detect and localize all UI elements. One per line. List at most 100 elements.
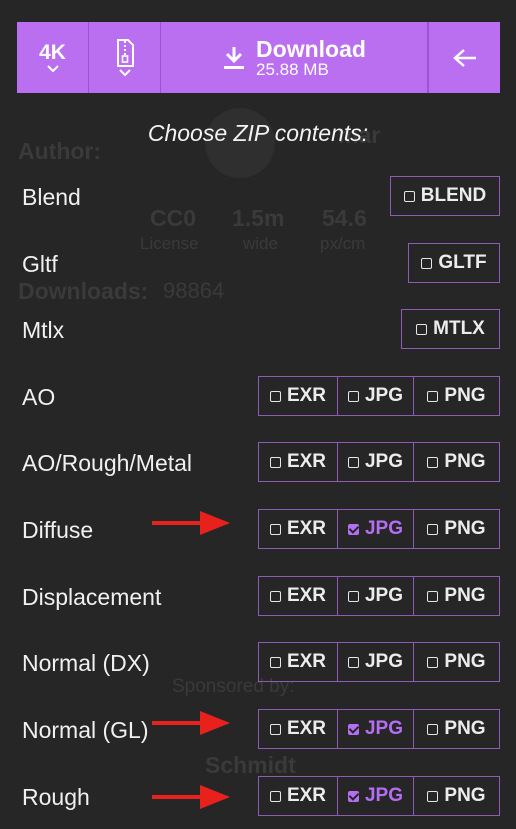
option-label: PNG — [444, 718, 486, 739]
option-label: EXR — [286, 451, 327, 472]
option-exr[interactable]: EXR — [258, 509, 338, 549]
checkbox-icon — [347, 390, 359, 402]
zip-contents-heading: Choose ZIP contents: — [147, 120, 369, 146]
option-exr[interactable]: EXR — [258, 442, 338, 482]
download-button[interactable]: Download 25.88 MB — [161, 22, 428, 93]
checkbox-checked-icon — [347, 790, 359, 802]
checkbox-icon — [403, 190, 415, 202]
zip-row-displacement: Displacement EXR JPG PNG — [0, 576, 516, 616]
row-label: Blend — [22, 184, 81, 210]
checkbox-icon — [421, 257, 433, 269]
option-label: PNG — [444, 785, 486, 806]
row-label: Gltf — [22, 251, 58, 277]
checkbox-icon — [269, 723, 281, 735]
zip-row-diffuse: Diffuse EXR JPG PNG — [0, 509, 516, 549]
checkbox-icon — [269, 590, 281, 602]
download-size: 25.88 MB — [256, 59, 329, 79]
option-gltf[interactable]: GLTF — [408, 243, 500, 283]
option-label: PNG — [444, 451, 486, 472]
option-exr[interactable]: EXR — [258, 576, 338, 616]
option-label: EXR — [286, 785, 327, 806]
back-button[interactable] — [428, 22, 500, 93]
checkbox-icon — [347, 590, 359, 602]
option-jpg[interactable]: JPG — [338, 576, 414, 616]
option-exr[interactable]: EXR — [258, 776, 338, 816]
resolution-label: 4K — [39, 41, 66, 64]
option-jpg[interactable]: JPG — [338, 776, 414, 816]
checkbox-checked-icon — [347, 723, 359, 735]
zip-row-normal-dx: Normal (DX) EXR JPG PNG — [0, 642, 516, 682]
checkbox-icon — [416, 323, 428, 335]
zip-contents-toggle[interactable] — [89, 22, 161, 93]
annotation-arrow-icon — [152, 511, 230, 535]
option-png[interactable]: PNG — [414, 776, 500, 816]
option-label: PNG — [444, 385, 486, 406]
row-label: Normal (GL) — [22, 717, 149, 743]
option-png[interactable]: PNG — [414, 376, 500, 416]
row-label: AO/Rough/Metal — [22, 450, 193, 476]
option-label: MTLX — [433, 318, 485, 339]
chevron-down-icon — [46, 65, 59, 73]
option-label: PNG — [444, 518, 486, 539]
option-jpg[interactable]: JPG — [338, 442, 414, 482]
download-label: Download — [256, 35, 366, 62]
checkbox-icon — [347, 656, 359, 668]
arrow-left-icon — [452, 48, 476, 67]
option-jpg[interactable]: JPG — [338, 376, 414, 416]
option-png[interactable]: PNG — [414, 576, 500, 616]
checkbox-icon — [427, 590, 439, 602]
option-jpg[interactable]: JPG — [338, 509, 414, 549]
option-label: EXR — [286, 385, 327, 406]
checkbox-icon — [347, 456, 359, 468]
download-toolbar: 4K Download 25.88 MB — [17, 22, 500, 93]
zip-row-mtlx: Mtlx MTLX — [0, 309, 516, 349]
option-jpg[interactable]: JPG — [338, 709, 414, 749]
option-label: JPG — [364, 518, 404, 539]
row-label: Diffuse — [22, 517, 94, 543]
option-blend[interactable]: BLEND — [390, 176, 500, 216]
download-icon — [224, 46, 245, 69]
option-label: JPG — [364, 718, 404, 739]
option-label: JPG — [364, 585, 404, 606]
checkbox-icon — [427, 456, 439, 468]
option-label: JPG — [364, 651, 404, 672]
option-jpg[interactable]: JPG — [338, 642, 414, 682]
option-png[interactable]: PNG — [414, 442, 500, 482]
option-png[interactable]: PNG — [414, 642, 500, 682]
checkbox-icon — [427, 656, 439, 668]
checkbox-icon — [269, 656, 281, 668]
zip-row-ao: AO EXR JPG PNG — [0, 376, 516, 416]
option-label: JPG — [364, 385, 404, 406]
option-exr[interactable]: EXR — [258, 376, 338, 416]
zip-file-icon — [116, 39, 134, 67]
annotation-arrow-icon — [152, 711, 230, 735]
option-label: EXR — [286, 585, 327, 606]
option-png[interactable]: PNG — [414, 709, 500, 749]
row-label: Displacement — [22, 584, 162, 610]
resolution-select[interactable]: 4K — [17, 22, 89, 93]
checkbox-icon — [427, 390, 439, 402]
option-label: PNG — [444, 651, 486, 672]
checkbox-icon — [427, 523, 439, 535]
option-label: BLEND — [420, 185, 487, 206]
zip-row-gltf: Gltf GLTF — [0, 243, 516, 283]
zip-row-ao-rough-metal: AO/Rough/Metal EXR JPG PNG — [0, 442, 516, 482]
row-label: Normal (DX) — [22, 650, 150, 676]
option-label: JPG — [364, 785, 404, 806]
checkbox-icon — [269, 790, 281, 802]
checkbox-icon — [269, 456, 281, 468]
checkbox-icon — [269, 523, 281, 535]
option-exr[interactable]: EXR — [258, 709, 338, 749]
option-label: EXR — [286, 718, 327, 739]
sponsor-name: Schmidt — [205, 752, 296, 778]
option-mtlx[interactable]: MTLX — [401, 309, 500, 349]
option-exr[interactable]: EXR — [258, 642, 338, 682]
option-label: PNG — [444, 585, 486, 606]
checkbox-icon — [427, 723, 439, 735]
option-png[interactable]: PNG — [414, 509, 500, 549]
option-label: JPG — [364, 451, 404, 472]
option-label: EXR — [286, 518, 327, 539]
option-label: GLTF — [438, 252, 487, 273]
checkbox-icon — [427, 790, 439, 802]
annotation-arrow-icon — [152, 785, 230, 809]
